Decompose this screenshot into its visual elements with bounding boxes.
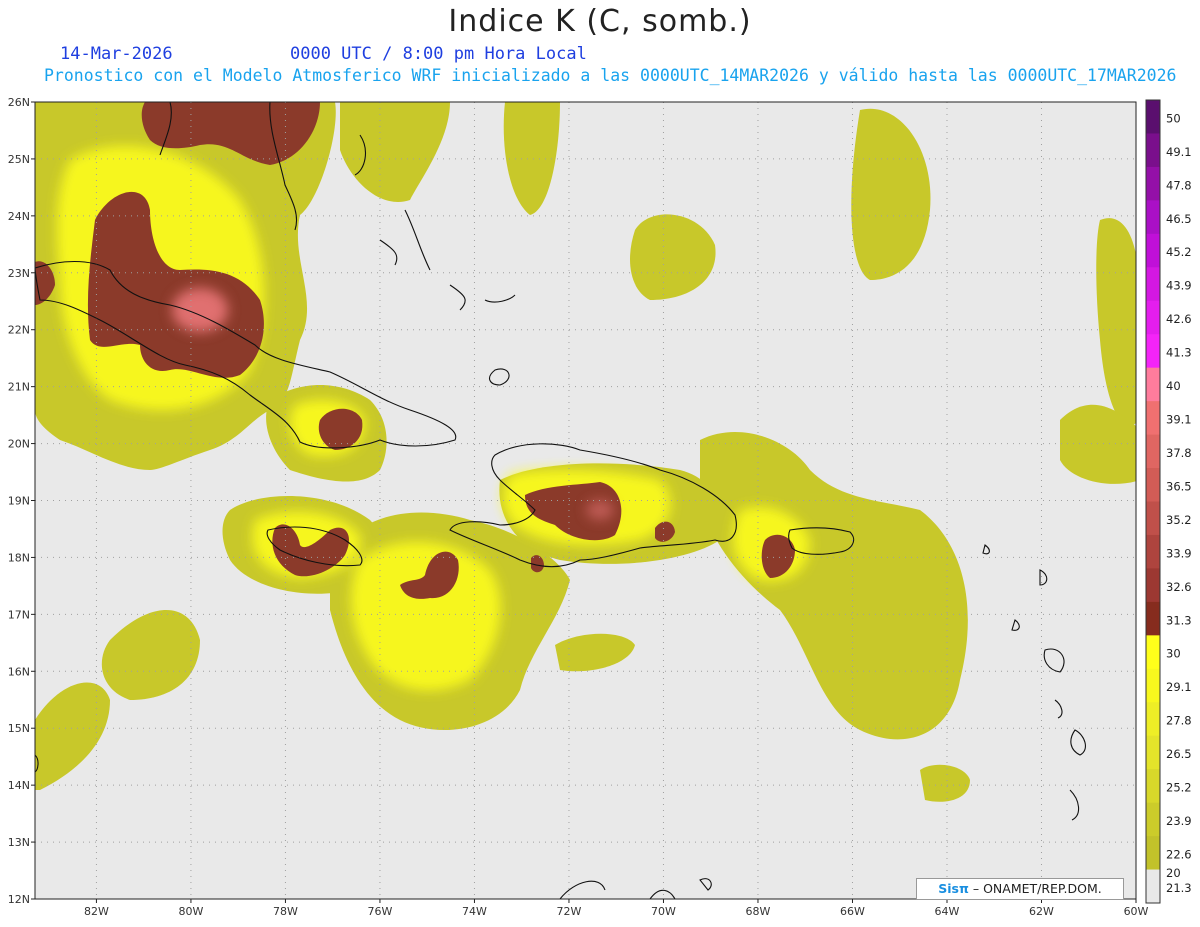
- colorbar-label: 33.9: [1166, 546, 1192, 560]
- colorbar-swatch: [1146, 133, 1160, 168]
- colorbar-swatch: [1146, 401, 1160, 436]
- colorbar-label: 22.6: [1166, 847, 1192, 861]
- lon-label: 70W: [651, 905, 676, 918]
- colorbar-label: 37.8: [1166, 446, 1192, 460]
- colorbar-label: 30: [1166, 647, 1181, 661]
- colorbar-label: 32.6: [1166, 580, 1192, 594]
- colorbar-label: 42.6: [1166, 312, 1192, 326]
- lat-label: 14N: [8, 779, 30, 792]
- colorbar: 50 49.1 47.8 46.5 45.2 43.9 42.6 41.3 40 39.1 37.8…: [1145, 99, 1192, 904]
- lon-label: 76W: [368, 905, 393, 918]
- lon-label: 64W: [935, 905, 960, 918]
- lat-label: 19N: [8, 495, 30, 508]
- forecast-time: 0000 UTC / 8:00 pm Hora Local: [290, 44, 587, 64]
- colorbar-swatch: [1146, 468, 1160, 502]
- lon-label: 82W: [84, 905, 109, 918]
- colorbar-swatch: [1146, 769, 1160, 804]
- lon-label: 78W: [273, 905, 298, 918]
- lon-label: 68W: [746, 905, 771, 918]
- colorbar-swatch: [1146, 233, 1160, 268]
- colorbar-label: 20: [1166, 866, 1181, 880]
- colorbar-label: 46.5: [1166, 212, 1192, 226]
- map-title: Indice K (C, somb.): [448, 4, 752, 39]
- lon-label: 72W: [557, 905, 582, 918]
- lat-label: 16N: [8, 665, 30, 678]
- colorbar-swatch: [1146, 735, 1160, 770]
- lat-label: 13N: [8, 836, 30, 849]
- colorbar-label: 50: [1166, 111, 1181, 125]
- colorbar-swatch: [1146, 501, 1160, 536]
- colorbar-swatch: [1146, 200, 1160, 235]
- sispi-logo: Sisπ: [938, 881, 969, 896]
- colorbar-swatch: [1146, 869, 1160, 904]
- lat-label: 18N: [8, 551, 30, 564]
- lat-label: 12N: [8, 893, 30, 906]
- colorbar-swatch: [1146, 568, 1160, 603]
- lat-label: 22N: [8, 324, 30, 337]
- colorbar-swatch: [1146, 100, 1160, 134]
- colorbar-swatch: [1146, 267, 1160, 302]
- colorbar-label: 27.8: [1166, 714, 1192, 728]
- lon-label: 74W: [462, 905, 487, 918]
- colorbar-label: 25.2: [1166, 781, 1192, 795]
- colorbar-label: 49.1: [1166, 145, 1192, 159]
- lat-label: 26N: [8, 96, 30, 109]
- colorbar-swatch: [1146, 702, 1160, 737]
- lon-label: 66W: [840, 905, 865, 918]
- colorbar-label: 43.9: [1166, 279, 1192, 293]
- colorbar-swatch: [1146, 166, 1160, 201]
- forecast-date: 14-Mar-2026: [60, 44, 173, 64]
- colorbar-label: 36.5: [1166, 479, 1192, 493]
- lon-label: 60W: [1124, 905, 1149, 918]
- colorbar-swatch: [1146, 334, 1160, 369]
- lat-label: 17N: [8, 608, 30, 621]
- credit-text: – ONAMET/REP.DOM.: [972, 881, 1102, 896]
- colorbar-label: 31.3: [1166, 613, 1192, 627]
- lat-label: 21N: [8, 381, 30, 394]
- colorbar-label: 26.5: [1166, 747, 1192, 761]
- colorbar-label: 39.1: [1166, 413, 1192, 427]
- colorbar-swatch: [1146, 635, 1160, 670]
- lat-label: 23N: [8, 267, 30, 280]
- colorbar-swatch: [1146, 802, 1160, 837]
- colorbar-label: 23.9: [1166, 814, 1192, 828]
- colorbar-swatch: [1146, 668, 1160, 703]
- colorbar-swatch: [1146, 434, 1160, 469]
- field-core-cuba: [172, 288, 228, 332]
- colorbar-swatch: [1146, 836, 1160, 871]
- lat-label: 20N: [8, 438, 30, 451]
- colorbar-label: 47.8: [1166, 178, 1192, 192]
- lat-label: 24N: [8, 210, 30, 223]
- longitude-labels: 82W 80W 78W 76W 74W 72W 70W 68W 66W 64W 62W 60W: [84, 899, 1149, 918]
- colorbar-swatch: [1146, 601, 1160, 636]
- colorbar-swatch: [1146, 367, 1160, 402]
- lon-label: 62W: [1029, 905, 1054, 918]
- lon-label: 80W: [178, 905, 203, 918]
- colorbar-label: 29.1: [1166, 680, 1192, 694]
- forecast-description: Pronostico con el Modelo Atmosferico WRF…: [44, 66, 1177, 85]
- latitude-labels: 26N 25N 24N 23N 22N 21N 20N 19N 18N 17N 16N 15N 14N 1…: [8, 96, 35, 906]
- colorbar-label: 45.2: [1166, 245, 1192, 259]
- lat-label: 25N: [8, 153, 30, 166]
- colorbar-label: 40: [1166, 379, 1181, 393]
- colorbar-label: 21.3: [1166, 881, 1192, 895]
- colorbar-label: 41.3: [1166, 346, 1192, 360]
- colorbar-swatch: [1146, 300, 1160, 335]
- colorbar-swatch: [1146, 534, 1160, 569]
- lat-label: 15N: [8, 722, 30, 735]
- field-core-hisp: [586, 500, 614, 520]
- colorbar-label: 35.2: [1166, 513, 1192, 527]
- credit-box: Sisπ – ONAMET/REP.DOM.: [916, 878, 1124, 900]
- forecast-map: 26N 25N 24N 23N 22N 21N 20N 19N 18N 17N 16N 15N 14N 1…: [8, 96, 1192, 918]
